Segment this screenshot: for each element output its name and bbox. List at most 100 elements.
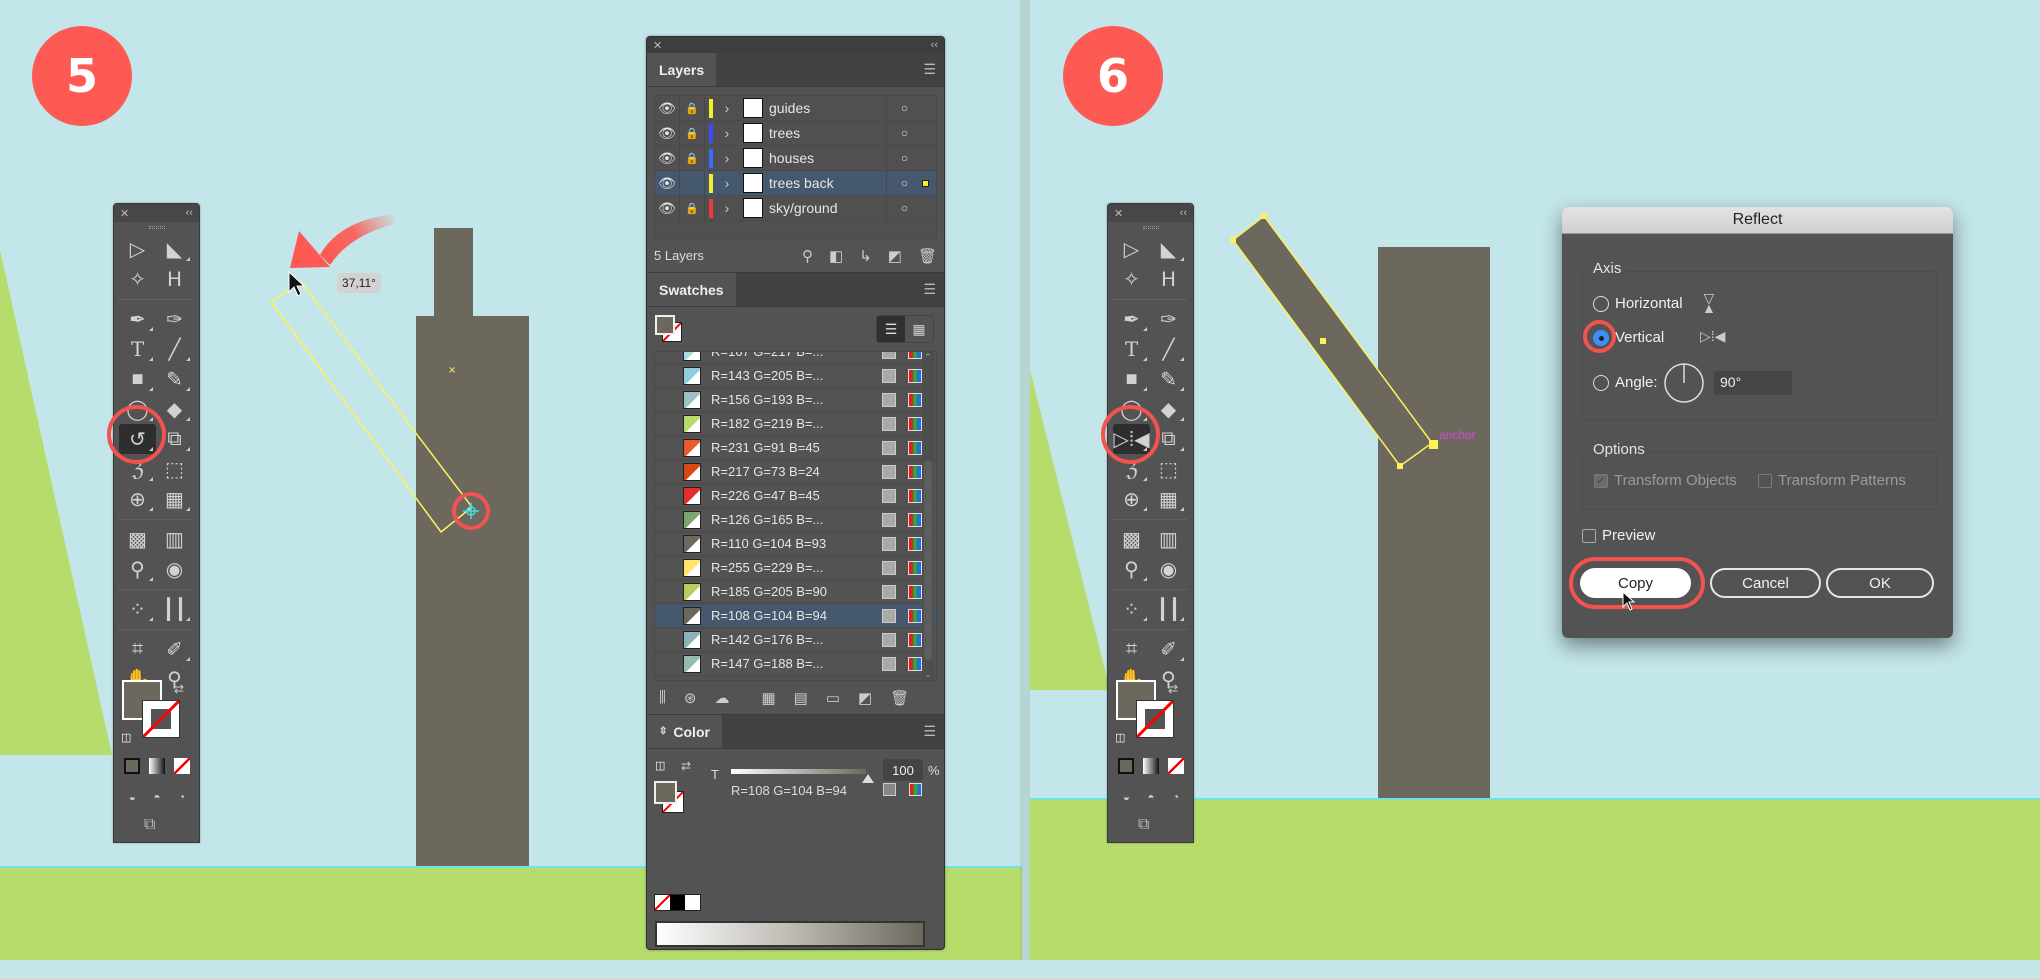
draw-normal-icon[interactable]: ◒ [1123, 790, 1130, 804]
mesh-tool[interactable]: ▩ [1113, 524, 1150, 554]
swatch-row[interactable]: R=143 G=205 B=... [655, 364, 936, 388]
lasso-tool[interactable]: ᕼ [156, 264, 193, 294]
slice-tool[interactable]: ✐ [1150, 634, 1187, 664]
swap-fill-stroke-icon[interactable]: ⇄ [174, 682, 184, 696]
paintbrush-tool[interactable]: ✎ [156, 364, 193, 394]
close-icon[interactable]: ✕ [120, 207, 129, 220]
layer-name[interactable]: trees back [769, 175, 886, 191]
preview-option[interactable]: Preview [1582, 527, 1655, 544]
direct-selection-tool[interactable]: ◣ [1150, 234, 1187, 264]
horizontal-radio-option[interactable]: Horizontal [1593, 295, 1683, 312]
curvature-tool[interactable]: ✑ [1150, 304, 1187, 334]
draw-behind-icon[interactable]: ◓ [153, 790, 160, 804]
swatch-options-icon[interactable]: ⊛ [684, 689, 697, 707]
blend-tool[interactable]: ◉ [1150, 554, 1187, 584]
free-transform-tool[interactable]: ⬚ [1150, 454, 1187, 484]
swatch-row[interactable]: R=126 G=165 B=... [655, 508, 936, 532]
pen-tool[interactable]: ✒ [119, 304, 156, 334]
color-spectrum-bar[interactable] [655, 921, 925, 947]
gradient-tool[interactable]: ▥ [1150, 524, 1187, 554]
new-sublayer-icon[interactable]: ↳ [859, 247, 872, 265]
list-view-icon[interactable]: ☰ [877, 316, 905, 342]
layer-name[interactable]: guides [769, 100, 886, 116]
trash-icon[interactable]: 🗑 [890, 689, 909, 707]
default-colors-icon[interactable]: ◫ [655, 759, 665, 772]
white-color-icon[interactable] [685, 895, 700, 910]
swap-fill-stroke-icon[interactable]: ⇄ [681, 759, 691, 773]
lock-icon[interactable]: 🔒 [680, 196, 705, 220]
lock-icon[interactable]: 🔒 [680, 146, 705, 170]
none-color-icon[interactable] [655, 895, 670, 910]
rectangle-tool[interactable]: ■ [1113, 364, 1150, 394]
draw-inside-icon[interactable]: ◔ [1172, 790, 1179, 804]
swap-fill-stroke-icon[interactable]: ⇄ [1168, 682, 1178, 696]
draw-inside-icon[interactable]: ◔ [178, 790, 185, 804]
shape-builder-tool[interactable]: ⊕ [1113, 484, 1150, 514]
direct-selection-tool[interactable]: ◣ [156, 234, 193, 264]
transform-objects-checkbox[interactable]: ✓ [1594, 473, 1608, 488]
swatch-row[interactable]: R=142 G=176 B=... [655, 628, 936, 652]
swatch-row[interactable]: R=182 G=219 B=... [655, 412, 936, 436]
selection-tool[interactable]: ▷ [1113, 234, 1150, 264]
swatch-options-list-icon[interactable]: ▤ [794, 689, 808, 707]
gradient-mode-icon[interactable] [1142, 758, 1159, 774]
perspective-grid-tool[interactable]: ▦ [156, 484, 193, 514]
pen-tool[interactable]: ✒ [1113, 304, 1150, 334]
swatch-row[interactable]: R=217 G=73 B=24 [655, 460, 936, 484]
cloud-icon[interactable]: ☁ [714, 689, 729, 707]
drag-handle[interactable] [114, 222, 199, 232]
cancel-button[interactable]: Cancel [1710, 568, 1821, 598]
horizontal-radio[interactable] [1593, 295, 1609, 312]
search-icon[interactable]: ⚲ [802, 247, 813, 265]
screen-mode-icon[interactable]: ⧉ [1138, 816, 1149, 834]
close-icon[interactable]: ✕ [1114, 207, 1123, 220]
magic-wand-tool[interactable]: ✧ [1113, 264, 1150, 294]
grayscale-icon[interactable] [883, 783, 896, 796]
default-colors-icon[interactable]: ◫ [1115, 731, 1125, 744]
panel-menu-icon[interactable]: ☰ [923, 273, 944, 306]
mesh-tool[interactable]: ▩ [119, 524, 156, 554]
preview-checkbox[interactable] [1582, 528, 1596, 543]
drag-handle[interactable] [1108, 222, 1193, 232]
swatch-libraries-icon[interactable]: ⫼ [659, 689, 666, 706]
graph-tool[interactable]: ┃┃ [1150, 594, 1187, 624]
fill-swatch[interactable] [655, 315, 675, 335]
tab-layers[interactable]: Layers [647, 53, 717, 86]
transform-patterns-checkbox[interactable] [1758, 473, 1772, 488]
expand-chevron-icon[interactable]: › [717, 100, 737, 116]
new-layer-icon[interactable]: ◩ [888, 247, 902, 265]
angle-radio-option[interactable]: Angle: [1593, 374, 1658, 391]
visibility-eye-icon[interactable]: 👁 [655, 146, 680, 170]
selection-indicator[interactable] [922, 179, 929, 187]
lasso-tool[interactable]: ᕼ [1150, 264, 1187, 294]
symbol-sprayer-tool[interactable]: ⁘ [119, 594, 156, 624]
layer-row[interactable]: 👁 🔒 › sky/ground ○ [655, 196, 936, 221]
target-circle-icon[interactable]: ○ [886, 146, 922, 170]
layer-row[interactable]: 👁 🔒 › houses ○ [655, 146, 936, 171]
color-mode-icon[interactable] [1118, 758, 1135, 774]
rgb-mode-icon[interactable] [909, 783, 922, 796]
line-tool[interactable]: ╱ [156, 334, 193, 364]
new-group-icon[interactable]: ▭ [826, 689, 840, 707]
swatch-row[interactable]: R=231 G=91 B=45 [655, 436, 936, 460]
layer-name[interactable]: houses [769, 150, 886, 166]
black-color-icon[interactable] [670, 895, 685, 910]
trash-icon[interactable]: 🗑 [918, 247, 937, 265]
layer-name[interactable]: sky/ground [769, 200, 886, 216]
shape-builder-tool[interactable]: ⊕ [119, 484, 156, 514]
visibility-eye-icon[interactable]: 👁 [655, 96, 680, 120]
swatch-row[interactable]: R=185 G=205 B=90 [655, 580, 936, 604]
grid-view-icon[interactable]: ▦ [905, 316, 933, 342]
new-swatch-icon[interactable]: ◩ [858, 689, 872, 707]
tint-slider-handle[interactable] [862, 774, 874, 783]
tab-swatches[interactable]: Swatches [647, 273, 736, 306]
lock-icon[interactable]: 🔒 [680, 121, 705, 145]
close-icon[interactable]: ✕ [653, 39, 662, 52]
scrollbar-thumb[interactable] [924, 460, 932, 660]
swatch-row[interactable]: R=255 G=229 B=... [655, 556, 936, 580]
default-colors-icon[interactable]: ◫ [121, 731, 131, 744]
perspective-grid-tool[interactable]: ▦ [1150, 484, 1187, 514]
transform-objects-option[interactable]: ✓ Transform Objects [1594, 472, 1737, 489]
layer-row[interactable]: 👁 🔒 › guides ○ [655, 96, 936, 121]
stroke-swatch[interactable] [1135, 699, 1175, 739]
